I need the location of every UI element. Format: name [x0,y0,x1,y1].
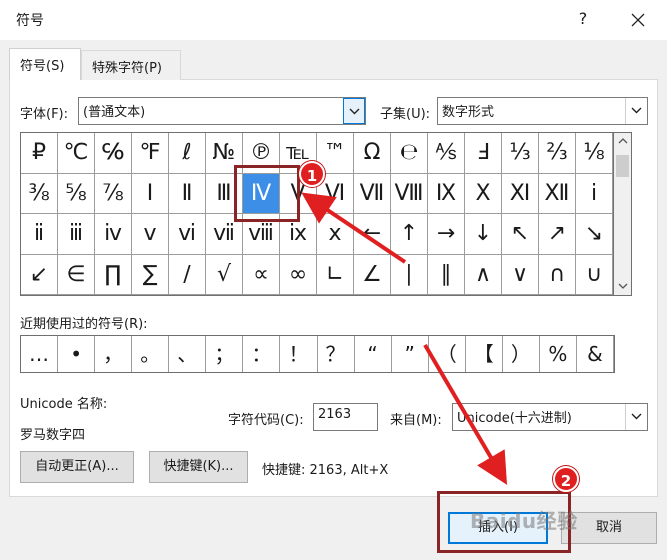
arrow-to-insert [423,343,508,485]
watermark: Baidu经验 [470,509,578,533]
badge-step-1: 1 [299,161,325,187]
arrow-to-symbol [301,192,407,264]
badge-step-2: 2 [553,466,579,492]
